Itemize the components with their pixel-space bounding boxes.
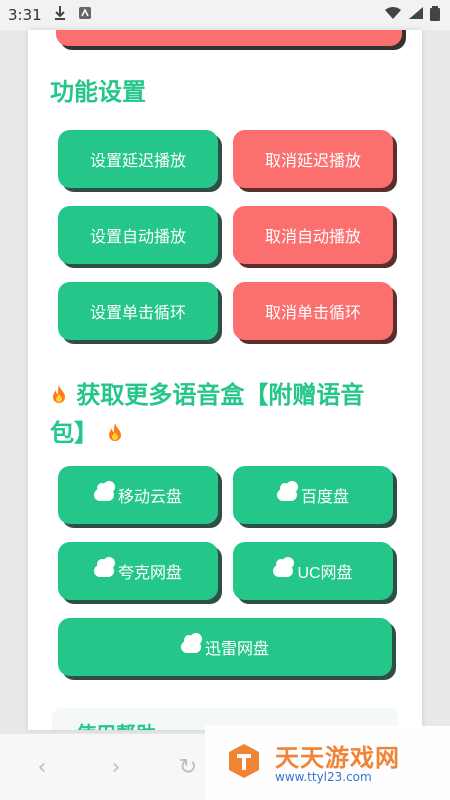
quark-pan-button[interactable]: 夸克网盘 xyxy=(58,542,218,600)
cloud-icon xyxy=(93,557,115,577)
download-icon xyxy=(52,5,68,25)
cloud-icon xyxy=(180,633,202,653)
set-auto-play-button[interactable]: 设置自动播放 xyxy=(58,206,218,264)
section-title-get-more: 获取更多语音盒【附赠语音包】 xyxy=(50,376,400,452)
uc-pan-button[interactable]: UC网盘 xyxy=(233,542,393,600)
baidu-pan-label: 百度盘 xyxy=(300,489,349,506)
cloud-icon xyxy=(93,481,115,501)
back-icon[interactable]: ‹ xyxy=(30,756,54,780)
battery-icon xyxy=(430,5,440,25)
xunlei-pan-button[interactable]: 迅雷网盘 xyxy=(58,618,392,676)
fire-icon xyxy=(53,385,65,403)
section-title-settings: 功能设置 xyxy=(50,78,146,106)
set-delay-play-button[interactable]: 设置延迟播放 xyxy=(58,130,218,188)
cancel-delay-play-button[interactable]: 取消延迟播放 xyxy=(233,130,393,188)
notification-icon xyxy=(78,6,92,24)
wifi-icon xyxy=(384,6,402,24)
cloud-icon xyxy=(273,557,295,577)
uc-pan-label: UC网盘 xyxy=(297,565,353,582)
watermark-url: www.ttyl23.com xyxy=(275,770,372,784)
watermark: 天天游戏网 www.ttyl23.com xyxy=(205,726,450,800)
help-title: 使用帮助 xyxy=(76,718,156,730)
xunlei-pan-label: 迅雷网盘 xyxy=(204,641,269,658)
cancel-auto-play-button[interactable]: 取消自动播放 xyxy=(233,206,393,264)
status-bar: 3:31 xyxy=(0,0,450,30)
forward-icon[interactable]: › xyxy=(104,756,128,780)
baidu-pan-button[interactable]: 百度盘 xyxy=(233,466,393,524)
mobile-cloud-label: 移动云盘 xyxy=(117,489,182,506)
watermark-logo-icon xyxy=(229,744,259,778)
page: 功能设置 设置延迟播放 取消延迟播放 设置自动播放 取消自动播放 设置单击循环 … xyxy=(28,30,422,730)
watermark-text: 天天游戏网 xyxy=(275,744,400,772)
signal-icon xyxy=(408,6,424,24)
quark-pan-label: 夸克网盘 xyxy=(117,565,182,582)
set-click-loop-button[interactable]: 设置单击循环 xyxy=(58,282,218,340)
fire-icon xyxy=(109,423,122,441)
status-time: 3:31 xyxy=(8,6,42,24)
cancel-click-loop-button[interactable]: 取消单击循环 xyxy=(233,282,393,340)
section-title-get-more-text: 获取更多语音盒【附赠语音包】 xyxy=(50,381,365,447)
refresh-icon[interactable]: ↻ xyxy=(176,756,200,780)
mobile-cloud-button[interactable]: 移动云盘 xyxy=(58,466,218,524)
cloud-icon xyxy=(276,481,298,501)
top-red-button[interactable] xyxy=(56,30,402,46)
